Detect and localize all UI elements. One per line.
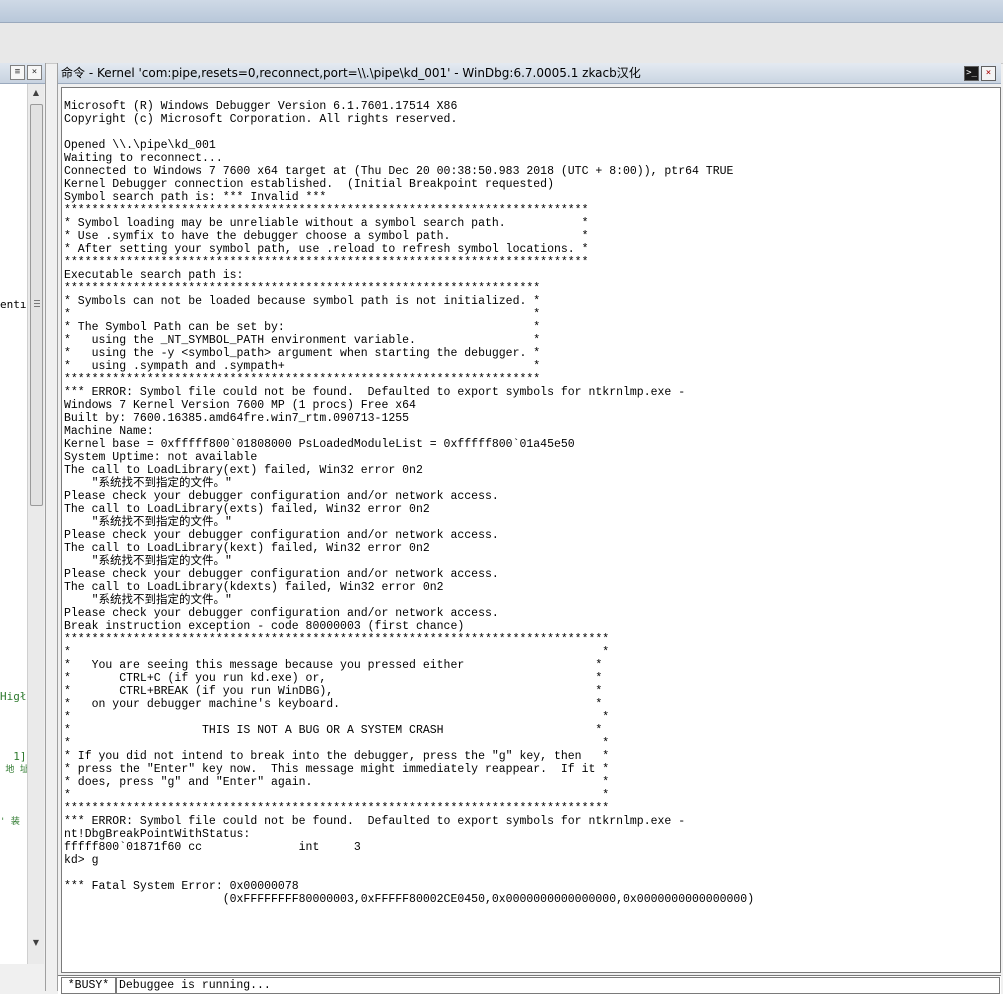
output-line: Built by: 7600.16385.amd64fre.win7_rtm.0…	[64, 412, 410, 425]
output-line: * Symbol loading may be unreliable witho…	[64, 217, 589, 230]
command-input[interactable]: Debuggee is running...	[116, 977, 1000, 994]
output-line: ****************************************…	[64, 373, 541, 386]
output-line: Windows 7 Kernel Version 7600 MP (1 proc…	[64, 399, 416, 412]
output-line: "系统找不到指定的文件。"	[64, 477, 232, 490]
output-line: Executable search path is:	[64, 269, 244, 282]
scroll-up-icon[interactable]: ▲	[28, 86, 44, 100]
output-line: * press the "Enter" key now. This messag…	[64, 763, 610, 776]
output-line: * *	[64, 737, 610, 750]
left-docked-window: ≡ × entı Higł 1] 地 址 ' 装 ▲ ▼	[0, 63, 46, 991]
output-line: "系统找不到指定的文件。"	[64, 594, 232, 607]
output-line: Please check your debugger configuration…	[64, 607, 499, 620]
left-text-fragment: Higł	[0, 690, 27, 703]
window-menu-icon[interactable]: ≡	[10, 65, 25, 80]
command-window: 命令 - Kernel 'com:pipe,resets=0,reconnect…	[57, 63, 1001, 994]
toolbar-area	[0, 23, 1003, 64]
left-vertical-scrollbar[interactable]: ▲ ▼	[27, 84, 44, 964]
output-line: Waiting to reconnect...	[64, 152, 223, 165]
output-line: * After setting your symbol path, use .r…	[64, 243, 589, 256]
output-line: * CTRL+C (if you run kd.exe) or, *	[64, 672, 603, 685]
output-line: "系统找不到指定的文件。"	[64, 516, 232, 529]
output-line: The call to LoadLibrary(kext) failed, Wi…	[64, 542, 430, 555]
output-line: Machine Name:	[64, 425, 154, 438]
output-line: Please check your debugger configuration…	[64, 568, 499, 581]
desktop-title-strip	[0, 0, 1003, 23]
output-line: * *	[64, 711, 610, 724]
close-icon[interactable]: ×	[981, 66, 996, 81]
output-line: * If you did not intend to break into th…	[64, 750, 610, 763]
output-line: Kernel base = 0xfffff800`01808000 PsLoad…	[64, 438, 575, 451]
output-line: *** Fatal System Error: 0x00000078	[64, 880, 299, 893]
output-line: Kernel Debugger connection established. …	[64, 178, 554, 191]
output-line: ****************************************…	[64, 256, 589, 269]
output-line: Break instruction exception - code 80000…	[64, 620, 465, 633]
output-line: * using the _NT_SYMBOL_PATH environment …	[64, 334, 541, 347]
output-line: nt!DbgBreakPointWithStatus:	[64, 828, 251, 841]
output-line: Symbol search path is: *** Invalid ***	[64, 191, 327, 204]
output-line: ****************************************…	[64, 204, 589, 217]
output-line: The call to LoadLibrary(ext) failed, Win…	[64, 464, 423, 477]
output-line: * You are seeing this message because yo…	[64, 659, 603, 672]
left-text-fragment: 地 址	[0, 765, 27, 775]
output-line: fffff800`01871f60 cc int 3	[64, 841, 361, 854]
output-line: * on your debugger machine's keyboard. *	[64, 698, 603, 711]
output-line: * *	[64, 646, 610, 659]
output-line: ****************************************…	[64, 633, 610, 646]
scrollbar-thumb[interactable]	[30, 104, 43, 506]
output-line: * does, press "g" and "Enter" again. *	[64, 776, 610, 789]
output-line: * CTRL+BREAK (if you run WinDBG), *	[64, 685, 603, 698]
output-line: The call to LoadLibrary(kdexts) failed, …	[64, 581, 444, 594]
left-window-titlebar: ≡ ×	[0, 63, 45, 84]
output-line: "系统找不到指定的文件。"	[64, 555, 232, 568]
left-text-fragment: ' 装	[0, 817, 20, 827]
output-line: * using the -y <symbol_path> argument wh…	[64, 347, 541, 360]
output-line: *** ERROR: Symbol file could not be foun…	[64, 386, 686, 399]
busy-indicator: *BUSY*	[61, 977, 116, 994]
output-line: * *	[64, 789, 610, 802]
output-line: System Uptime: not available	[64, 451, 258, 464]
output-line: The call to LoadLibrary(exts) failed, Wi…	[64, 503, 430, 516]
output-line: kd> g	[64, 854, 99, 867]
output-line: * *	[64, 308, 541, 321]
output-line: *** ERROR: Symbol file could not be foun…	[64, 815, 686, 828]
command-input-row: *BUSY* Debuggee is running...	[58, 975, 1001, 994]
output-line: Connected to Windows 7 7600 x64 target a…	[64, 165, 734, 178]
window-title: 命令 - Kernel 'com:pipe,resets=0,reconnect…	[61, 66, 641, 80]
output-line: ****************************************…	[64, 802, 610, 815]
output-line: (0xFFFFFFFF80000003,0xFFFFF80002CE0450,0…	[64, 893, 755, 906]
output-line: ****************************************…	[64, 282, 541, 295]
output-line: Microsoft (R) Windows Debugger Version 6…	[64, 100, 458, 113]
scroll-down-icon[interactable]: ▼	[28, 936, 44, 950]
debugger-output[interactable]: Microsoft (R) Windows Debugger Version 6…	[61, 87, 1001, 973]
output-text: Microsoft (R) Windows Debugger Version 6…	[64, 100, 754, 906]
left-text-fragment: 1]	[0, 750, 27, 763]
command-window-titlebar: 命令 - Kernel 'com:pipe,resets=0,reconnect…	[58, 63, 1001, 84]
output-line: * using .sympath and .sympath+ *	[64, 360, 541, 373]
output-line: Please check your debugger configuration…	[64, 490, 499, 503]
output-line: * THIS IS NOT A BUG OR A SYSTEM CRASH *	[64, 724, 603, 737]
left-window-content: entı Higł 1] 地 址 ' 装	[0, 84, 27, 964]
close-icon[interactable]: ×	[27, 65, 42, 80]
output-line: Copyright (c) Microsoft Corporation. All…	[64, 113, 458, 126]
command-prompt-icon[interactable]: >_	[964, 66, 979, 81]
output-line: * Symbols can not be loaded because symb…	[64, 295, 541, 308]
output-line: Please check your debugger configuration…	[64, 529, 499, 542]
output-line: * The Symbol Path can be set by: *	[64, 321, 541, 334]
output-line: Opened \\.\pipe\kd_001	[64, 139, 216, 152]
left-text-fragment: entı	[0, 298, 27, 311]
output-line: * Use .symfix to have the debugger choos…	[64, 230, 589, 243]
